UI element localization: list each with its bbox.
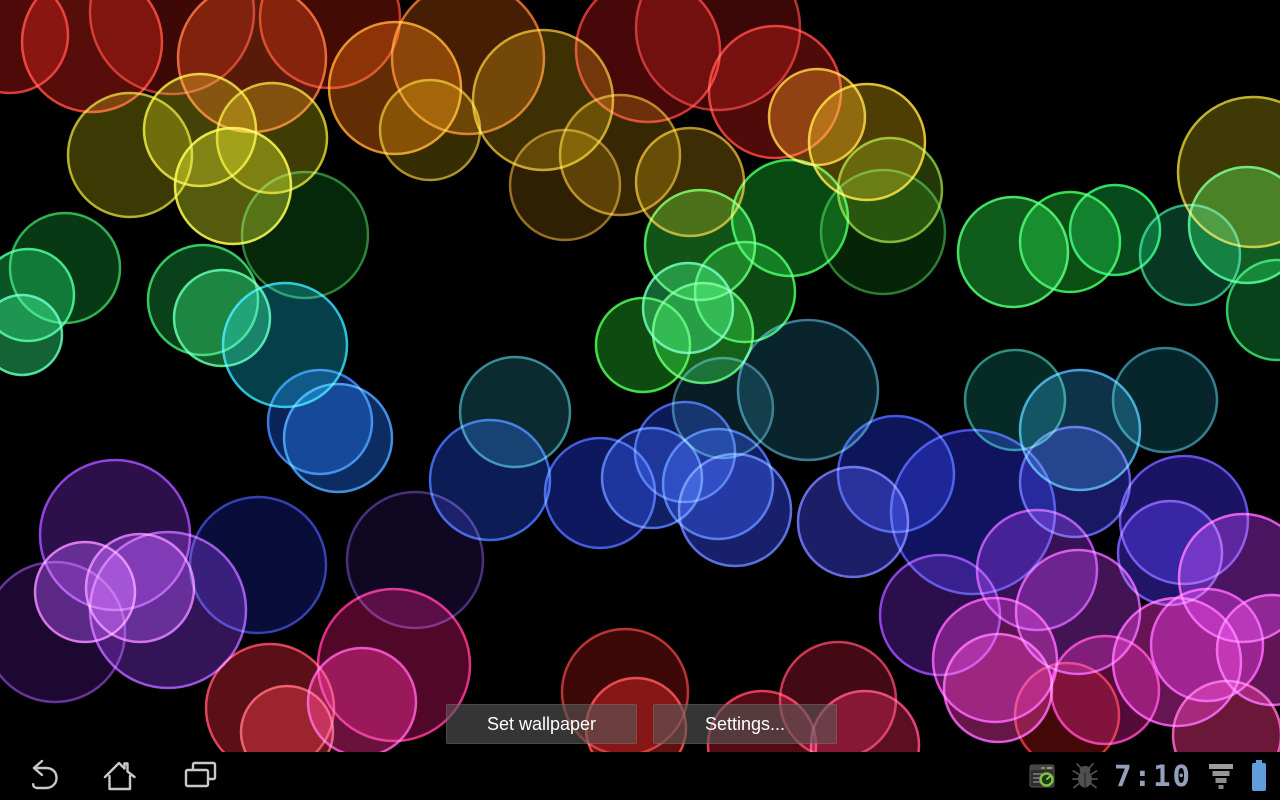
wallpaper-preview	[0, 0, 1280, 752]
bokeh-circle	[380, 80, 480, 180]
home-button[interactable]	[100, 752, 140, 800]
preview-action-bar: Set wallpaper Settings...	[0, 704, 1280, 744]
settings-label: Settings...	[705, 714, 785, 735]
settings-button[interactable]: Settings...	[653, 704, 837, 744]
adb-debug-bug-icon	[1072, 762, 1098, 790]
status-area[interactable]: 7:10	[1013, 752, 1280, 800]
wallpaper-circles	[0, 0, 1280, 752]
bokeh-circle	[838, 138, 942, 242]
recents-button[interactable]	[180, 752, 220, 800]
system-bar: 7:10	[0, 752, 1280, 800]
battery-icon	[1250, 760, 1268, 792]
bokeh-circle	[679, 454, 791, 566]
app-monitor-icon	[1029, 763, 1056, 790]
back-button[interactable]	[20, 752, 60, 800]
set-wallpaper-button[interactable]: Set wallpaper	[446, 704, 637, 744]
signal-strength-icon	[1208, 761, 1234, 791]
nav-keys	[0, 752, 260, 800]
live-wallpaper-preview-screen: Set wallpaper Settings...	[0, 0, 1280, 800]
bokeh-circle	[242, 172, 368, 298]
bokeh-circle	[284, 384, 392, 492]
bokeh-circle	[1113, 348, 1217, 452]
set-wallpaper-label: Set wallpaper	[487, 714, 596, 735]
recent-apps-icon	[181, 757, 219, 795]
back-arrow-icon	[21, 757, 59, 795]
clock: 7:10	[1114, 752, 1192, 800]
home-icon	[101, 757, 139, 795]
